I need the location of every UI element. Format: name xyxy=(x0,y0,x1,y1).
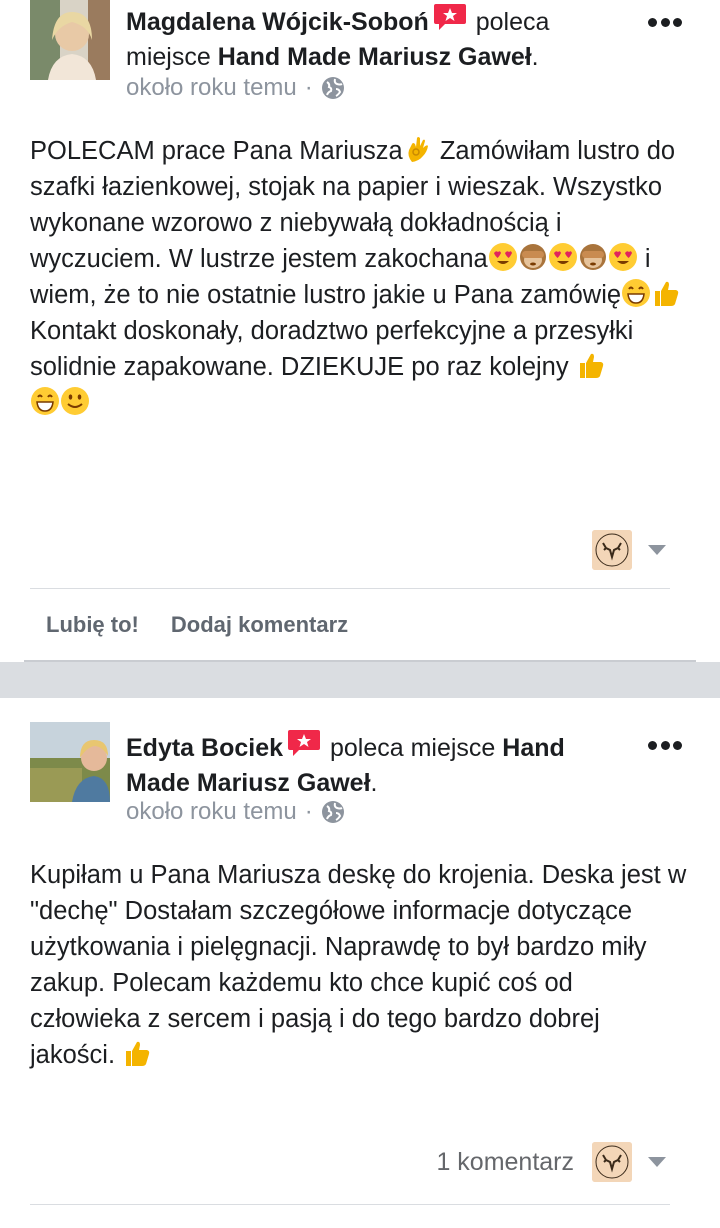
post-body: Kupiłam u Pana Mariusza deskę do krojeni… xyxy=(30,857,690,1073)
globe-icon xyxy=(321,77,344,99)
caret-down-icon[interactable] xyxy=(648,545,666,555)
separator-dot: · xyxy=(304,798,313,825)
timestamp[interactable]: około roku temu xyxy=(126,798,297,826)
recommend-verb: poleca xyxy=(475,8,550,36)
post-header: Edyta Bociek poleca miejsce Hand Made Ma… xyxy=(126,728,586,801)
like-button[interactable]: Lubię to! xyxy=(46,612,139,638)
thumbs-up-emoji-icon xyxy=(579,353,603,378)
recommend-badge-icon xyxy=(433,4,466,30)
page-avatar[interactable] xyxy=(592,530,632,570)
post-text-part: Kontakt doskonały, doradztwo perfekcyjne… xyxy=(30,317,634,381)
heart-eyes-emoji-icon xyxy=(608,243,637,271)
thumbs-up-emoji-icon xyxy=(126,1041,150,1066)
author-avatar[interactable] xyxy=(30,0,110,80)
period: . xyxy=(531,43,539,71)
period: . xyxy=(370,769,378,797)
comments-count[interactable]: 1 komentarz xyxy=(436,1148,574,1177)
see-no-evil-monkey-emoji-icon xyxy=(579,244,606,270)
more-options-icon[interactable] xyxy=(648,741,682,751)
page-avatar[interactable] xyxy=(592,1142,632,1182)
globe-icon xyxy=(321,801,344,823)
post-text-part: POLECAM prace Pana Mariusza xyxy=(30,137,403,165)
slightly-smiling-emoji-icon xyxy=(61,387,89,415)
author-name[interactable]: Magdalena Wójcik-Soboń xyxy=(126,8,429,36)
author-name[interactable]: Edyta Bociek xyxy=(126,734,283,762)
heart-eyes-emoji-icon xyxy=(488,243,517,271)
feed-separator xyxy=(0,662,720,698)
recommend-badge-icon xyxy=(288,730,321,756)
post-actions: Lubię to! Dodaj komentarz xyxy=(46,612,380,638)
caret-down-icon[interactable] xyxy=(648,1157,666,1167)
timestamp-row: około roku temu · xyxy=(126,798,345,826)
author-avatar[interactable] xyxy=(30,722,110,802)
timestamp[interactable]: około roku temu xyxy=(126,74,297,102)
recommend-verb: poleca miejsce xyxy=(329,734,496,762)
divider xyxy=(30,1204,670,1205)
more-options-icon[interactable] xyxy=(648,18,682,28)
heart-eyes-emoji-icon xyxy=(548,243,577,271)
separator-dot: · xyxy=(304,74,313,101)
reaction-row xyxy=(574,530,666,570)
grinning-emoji-icon xyxy=(622,279,651,307)
see-no-evil-monkey-emoji-icon xyxy=(519,244,546,270)
divider xyxy=(30,588,670,589)
timestamp-row: około roku temu · xyxy=(126,74,345,102)
place-name[interactable]: Hand Made Mariusz Gaweł xyxy=(218,43,532,71)
thumbs-up-emoji-icon xyxy=(655,281,679,306)
reaction-row: 1 komentarz xyxy=(436,1142,666,1182)
post-body: POLECAM prace Pana Mariusza Zamówiłam lu… xyxy=(30,133,690,421)
post-header: Magdalena Wójcik-Soboń poleca miejsce Ha… xyxy=(126,2,586,75)
add-comment-button[interactable]: Dodaj komentarz xyxy=(171,612,348,638)
grinning-emoji-icon xyxy=(31,387,59,415)
place-prefix: miejsce xyxy=(126,43,211,71)
post-card: Magdalena Wójcik-Soboń poleca miejsce Ha… xyxy=(0,0,720,662)
ok-hand-emoji-icon xyxy=(408,137,428,162)
